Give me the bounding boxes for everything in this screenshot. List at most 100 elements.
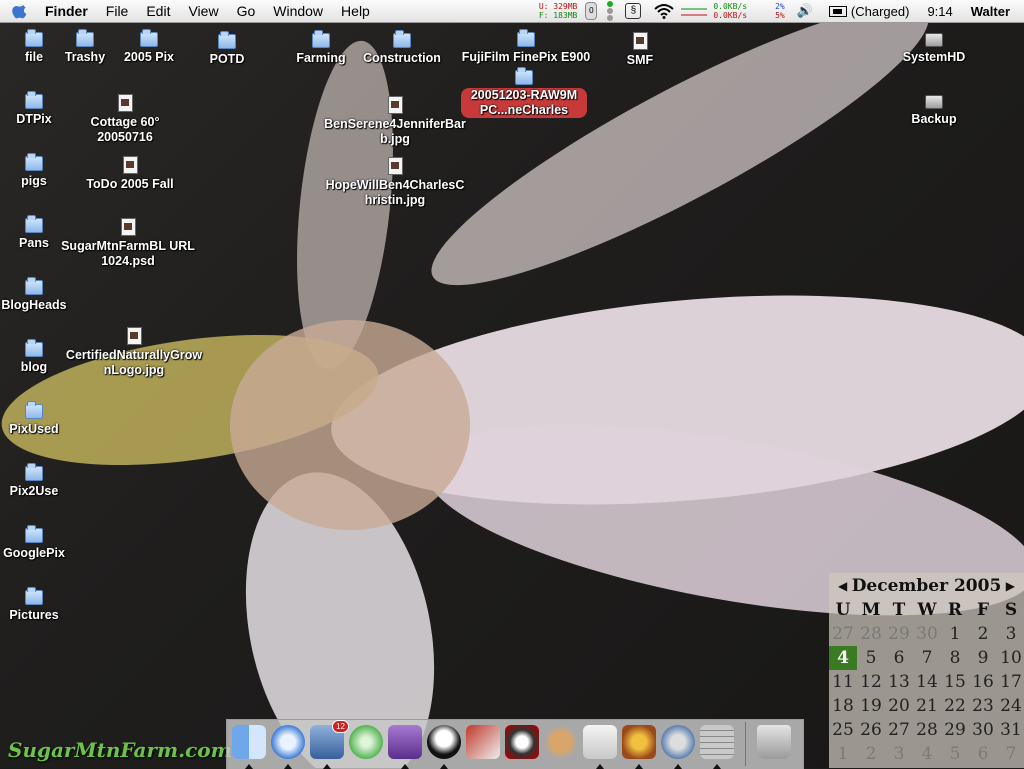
calendar-day: 5	[865, 648, 877, 668]
dock-calculator-icon[interactable]	[700, 725, 734, 759]
network-graph-icon	[681, 8, 708, 16]
dock-preview-icon[interactable]	[466, 725, 500, 759]
apple-menu-icon[interactable]	[12, 2, 30, 20]
battery-status[interactable]: (Charged)	[851, 4, 910, 19]
desktop-icon-fujifilm[interactable]: FujiFilm FinePix E900	[455, 29, 597, 65]
user-menu[interactable]: Walter	[971, 4, 1010, 19]
dock-itunes-icon[interactable]	[349, 725, 383, 759]
clock[interactable]: 9:14	[927, 4, 952, 19]
calendar-day-today: 4	[829, 646, 857, 670]
desktop-icon-dtpix[interactable]: DTPix	[4, 91, 64, 127]
desktop-icon-blogheads[interactable]: BlogHeads	[0, 277, 68, 313]
desktop-icon-cottage[interactable]: Cottage 60° 20050716	[80, 94, 170, 145]
running-indicator-icon	[674, 764, 682, 769]
cpu-meter[interactable]: 2% 5%	[775, 2, 785, 20]
calendar-day: 6	[893, 648, 905, 668]
dock-eye-icon[interactable]	[505, 725, 539, 759]
dock-finder-icon[interactable]	[232, 725, 266, 759]
desktop-icon-2005-pix[interactable]: 2005 Pix	[114, 29, 184, 65]
desktop-icon-trashy[interactable]: Trashy	[55, 29, 115, 65]
calendar-day: 18	[832, 696, 854, 716]
desktop-icon-benserene[interactable]: BenSerene4JenniferBarb.jpg	[320, 96, 470, 147]
folder-icon	[140, 29, 158, 47]
calendar-day: 15	[944, 672, 966, 692]
dock: 12	[226, 719, 804, 769]
hard-disk-icon	[925, 33, 943, 47]
memory-used: U: 329MB	[538, 2, 578, 11]
volume-icon[interactable]: 🔊	[797, 3, 813, 19]
calendar-day: 27	[888, 720, 910, 740]
calendar-day: 27	[832, 624, 854, 644]
desktop-icon-pictures[interactable]: Pictures	[0, 587, 68, 623]
desktop-icon-backup[interactable]: Backup	[894, 95, 974, 127]
document-icon	[120, 218, 136, 236]
desktop-icon-label-selected: 20051203-RAW9MPC...neCharles	[461, 88, 587, 118]
calendar-day: 8	[949, 648, 961, 668]
desktop-icon-smf[interactable]: SMF	[610, 32, 670, 68]
calendar-day: 14	[916, 672, 938, 692]
calendar-widget: ◀ December 2005 ▶ U M T W R F S 27 28 29 30 1 2 3 4 5 6 7…	[829, 573, 1024, 768]
desktop-icon-systemhd[interactable]: SystemHD	[894, 33, 974, 65]
calendar-day: 9	[977, 648, 989, 668]
memory-meter[interactable]: U: 329MB F: 183MB	[539, 2, 578, 20]
weekday-header: F	[976, 600, 990, 620]
running-indicator-icon	[284, 764, 292, 769]
dock-trash-icon[interactable]	[757, 725, 791, 759]
weekday-header: M	[861, 600, 881, 620]
menu-edit[interactable]: Edit	[137, 0, 179, 22]
document-icon	[387, 157, 403, 175]
dock-mouse-icon[interactable]	[544, 725, 578, 759]
dock-panda-icon[interactable]	[427, 725, 461, 759]
desktop-icon-todo[interactable]: ToDo 2005 Fall	[80, 156, 180, 192]
dock-imovie-icon[interactable]	[388, 725, 422, 759]
desktop-icon-farming[interactable]: Farming	[286, 30, 356, 66]
desktop-icon-label: BlogHeads	[1, 298, 67, 312]
calendar-day: 22	[944, 696, 966, 716]
desktop-icon-potd[interactable]: POTD	[197, 31, 257, 67]
calendar-day: 16	[972, 672, 994, 692]
status-lights-icon[interactable]	[607, 1, 614, 21]
wifi-icon[interactable]	[653, 3, 675, 19]
menu-view[interactable]: View	[179, 0, 227, 22]
calendar-day: 11	[832, 672, 854, 692]
desktop-icon-label: CertifiedNaturallyGrownLogo.jpg	[65, 348, 203, 377]
folder-icon	[25, 153, 43, 171]
calendar-header: ◀ December 2005 ▶	[829, 573, 1024, 598]
desktop-icon-hopewillben[interactable]: HopeWillBen4CharlesChristin.jpg	[325, 157, 465, 208]
folder-icon	[515, 67, 533, 85]
desktop-icon-pigs[interactable]: pigs	[4, 153, 64, 189]
calendar-day: 24	[1000, 696, 1022, 716]
menu-go[interactable]: Go	[228, 0, 265, 22]
document-icon	[122, 156, 138, 174]
desktop-icon-googlepix[interactable]: GooglePix	[0, 525, 68, 561]
network-meter[interactable]: 0.0KB/s 0.0KB/s	[713, 2, 747, 20]
dock-mail-icon[interactable]: 12	[310, 720, 349, 759]
menu-help[interactable]: Help	[332, 0, 379, 22]
dock-compass-icon[interactable]	[661, 725, 695, 759]
dock-safari-icon[interactable]	[271, 725, 305, 759]
next-month-icon[interactable]: ▶	[1006, 579, 1015, 593]
disk-activity-icon[interactable]: 0	[585, 2, 598, 20]
folder-icon	[25, 215, 43, 233]
desktop-icon-blog[interactable]: blog	[4, 339, 64, 375]
folder-icon	[25, 525, 43, 543]
desktop-icon-pans[interactable]: Pans	[4, 215, 64, 251]
desktop-icon-certifiednaturally[interactable]: CertifiedNaturallyGrownLogo.jpg	[64, 327, 204, 378]
menu-extras: U: 329MB F: 183MB 0 § 0.0KB/s 0.0KB/s 2%	[539, 0, 1024, 22]
dock-apple-icon[interactable]	[583, 725, 617, 759]
desktop-icon-pix2use[interactable]: Pix2Use	[2, 463, 66, 499]
battery-icon[interactable]	[828, 5, 847, 17]
previous-month-icon[interactable]: ◀	[838, 579, 847, 593]
desktop-icon-label: HopeWillBen4CharlesChristin.jpg	[325, 178, 465, 207]
dock-burn-icon[interactable]	[622, 725, 656, 759]
calendar-day: 7	[1005, 744, 1017, 764]
app-menu-finder[interactable]: Finder	[36, 0, 97, 22]
hard-disk-icon	[925, 95, 943, 109]
desktop-icon-sugarmtnfarmbl[interactable]: SugarMtnFarmBL URL 1024.psd	[58, 218, 198, 269]
menu-file[interactable]: File	[97, 0, 138, 22]
desktop-icon-construction[interactable]: Construction	[356, 30, 448, 66]
folder-icon	[218, 31, 236, 49]
menu-window[interactable]: Window	[264, 0, 332, 22]
script-menu-icon[interactable]: §	[625, 3, 642, 19]
desktop-icon-pixused[interactable]: PixUsed	[2, 401, 66, 437]
